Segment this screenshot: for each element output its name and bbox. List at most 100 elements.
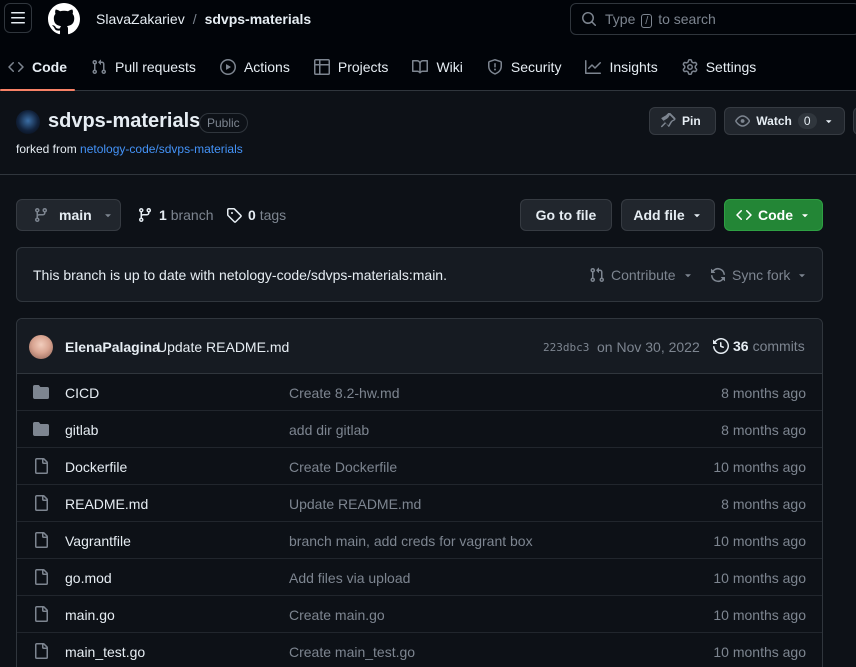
table-row[interactable]: gitlab add dir gitlab 8 months ago xyxy=(17,411,822,448)
menu-button[interactable] xyxy=(4,3,32,33)
file-icon xyxy=(35,495,48,511)
commit-sha[interactable]: 223dbc3 xyxy=(543,341,589,354)
repo-nav-tabs: Code Pull requests Actions Projects Wiki… xyxy=(0,52,772,91)
file-age: 8 months ago xyxy=(721,422,806,438)
tab-pull-requests[interactable]: Pull requests xyxy=(83,52,204,82)
tab-insights[interactable]: Insights xyxy=(577,52,665,82)
visibility-badge: Public xyxy=(199,113,248,133)
table-row[interactable]: CICD Create 8.2-hw.md 8 months ago xyxy=(17,374,822,411)
table-row[interactable]: main_test.go Create main_test.go 10 mont… xyxy=(17,633,822,667)
watch-button[interactable]: Watch 0 xyxy=(724,107,845,135)
file-name[interactable]: Vagrantfile xyxy=(65,533,131,549)
table-row[interactable]: README.md Update README.md 8 months ago xyxy=(17,485,822,522)
forked-from: forked from netology-code/sdvps-material… xyxy=(16,142,243,156)
avatar[interactable] xyxy=(29,335,53,359)
repo-header: sdvps-materials Public forked from netol… xyxy=(0,92,856,175)
branch-name: main xyxy=(59,207,92,223)
file-age: 8 months ago xyxy=(721,385,806,401)
repo-title[interactable]: sdvps-materials xyxy=(48,110,200,133)
breadcrumb-separator: / xyxy=(192,11,197,27)
code-icon xyxy=(8,61,24,73)
table-row[interactable]: go.mod Add files via upload 10 months ag… xyxy=(17,559,822,596)
file-name[interactable]: main.go xyxy=(65,607,115,623)
top-header: SlavaZakariev / sdvps-materials Type / t… xyxy=(0,0,856,91)
github-logo-icon[interactable] xyxy=(48,3,80,35)
tab-settings[interactable]: Settings xyxy=(674,52,765,82)
tag-icon xyxy=(227,208,242,223)
add-file-button[interactable]: Add file xyxy=(621,199,715,231)
file-name[interactable]: README.md xyxy=(65,496,148,512)
table-icon xyxy=(313,59,330,75)
file-commit-message[interactable]: Create main.go xyxy=(289,607,385,623)
commits-link[interactable]: 36 commits xyxy=(713,338,805,354)
tab-code[interactable]: Code xyxy=(0,52,75,91)
chevron-down-icon xyxy=(799,274,806,278)
chevron-down-icon xyxy=(825,120,831,124)
branches-link[interactable]: 1 branch xyxy=(137,207,214,223)
go-to-file-button[interactable]: Go to file xyxy=(520,199,612,231)
pull-request-icon xyxy=(92,59,107,75)
file-commit-message[interactable]: branch main, add creds for vagrant box xyxy=(289,533,533,549)
commit-date: on Nov 30, 2022 xyxy=(597,339,700,355)
latest-commit-bar: ElenaPalagina Update README.md 223dbc3 o… xyxy=(17,319,822,374)
owner-avatar[interactable] xyxy=(16,110,40,134)
breadcrumb-repo[interactable]: sdvps-materials xyxy=(205,11,312,27)
watch-count: 0 xyxy=(797,113,817,129)
eye-icon xyxy=(735,115,751,127)
file-name[interactable]: go.mod xyxy=(65,570,112,586)
file-age: 10 months ago xyxy=(713,607,806,623)
file-age: 10 months ago xyxy=(713,570,806,586)
chevron-down-icon xyxy=(693,214,700,218)
breadcrumb: SlavaZakariev / sdvps-materials xyxy=(96,11,311,27)
contribute-button[interactable]: Contribute xyxy=(589,267,694,283)
code-icon xyxy=(736,209,752,221)
search-placeholder: Type / to search xyxy=(605,10,716,28)
branch-select[interactable]: main xyxy=(16,199,121,231)
folder-icon xyxy=(33,422,49,436)
chevron-down-icon xyxy=(802,214,808,218)
search-icon xyxy=(582,12,597,27)
file-age: 8 months ago xyxy=(721,496,806,512)
file-commit-message[interactable]: Add files via upload xyxy=(289,570,410,586)
file-commit-message[interactable]: Update README.md xyxy=(289,496,421,512)
sync-fork-button[interactable]: Sync fork xyxy=(710,267,808,283)
file-commit-message[interactable]: Create main_test.go xyxy=(289,644,415,660)
pin-button[interactable]: Pin xyxy=(649,107,716,135)
file-name[interactable]: CICD xyxy=(65,385,99,401)
file-commit-message[interactable]: Create Dockerfile xyxy=(289,459,397,475)
history-icon xyxy=(713,338,729,354)
file-commit-message[interactable]: add dir gitlab xyxy=(289,422,369,438)
fork-status-box: This branch is up to date with netology-… xyxy=(16,247,823,302)
search-input[interactable]: Type / to search xyxy=(570,3,856,35)
shield-icon xyxy=(487,59,502,75)
table-row[interactable]: main.go Create main.go 10 months ago xyxy=(17,596,822,633)
tab-projects[interactable]: Projects xyxy=(306,52,397,82)
file-age: 10 months ago xyxy=(713,644,806,660)
forked-source-link[interactable]: netology-code/sdvps-materials xyxy=(80,142,243,156)
file-name[interactable]: Dockerfile xyxy=(65,459,127,475)
file-icon xyxy=(35,606,48,622)
file-commit-message[interactable]: Create 8.2-hw.md xyxy=(289,385,400,401)
code-button[interactable]: Code xyxy=(724,199,823,231)
pull-request-icon xyxy=(590,267,605,283)
file-name[interactable]: main_test.go xyxy=(65,644,145,660)
tags-link[interactable]: 0 tags xyxy=(226,207,286,223)
tab-wiki[interactable]: Wiki xyxy=(404,52,470,82)
table-row[interactable]: Dockerfile Create Dockerfile 10 months a… xyxy=(17,448,822,485)
play-icon xyxy=(219,59,236,75)
commit-message[interactable]: Update README.md xyxy=(157,339,289,355)
hamburger-icon xyxy=(11,12,25,24)
folder-icon xyxy=(33,385,49,399)
commit-author[interactable]: ElenaPalagina xyxy=(65,339,160,355)
file-age: 10 months ago xyxy=(713,459,806,475)
gear-icon xyxy=(682,59,698,75)
chevron-down-icon xyxy=(684,274,691,278)
tab-actions[interactable]: Actions xyxy=(212,52,298,82)
file-age: 10 months ago xyxy=(713,533,806,549)
breadcrumb-owner[interactable]: SlavaZakariev xyxy=(96,11,185,27)
file-name[interactable]: gitlab xyxy=(65,422,98,438)
graph-icon xyxy=(585,60,602,74)
tab-security[interactable]: Security xyxy=(479,52,570,82)
file-icon xyxy=(35,532,48,548)
table-row[interactable]: Vagrantfile branch main, add creds for v… xyxy=(17,522,822,559)
